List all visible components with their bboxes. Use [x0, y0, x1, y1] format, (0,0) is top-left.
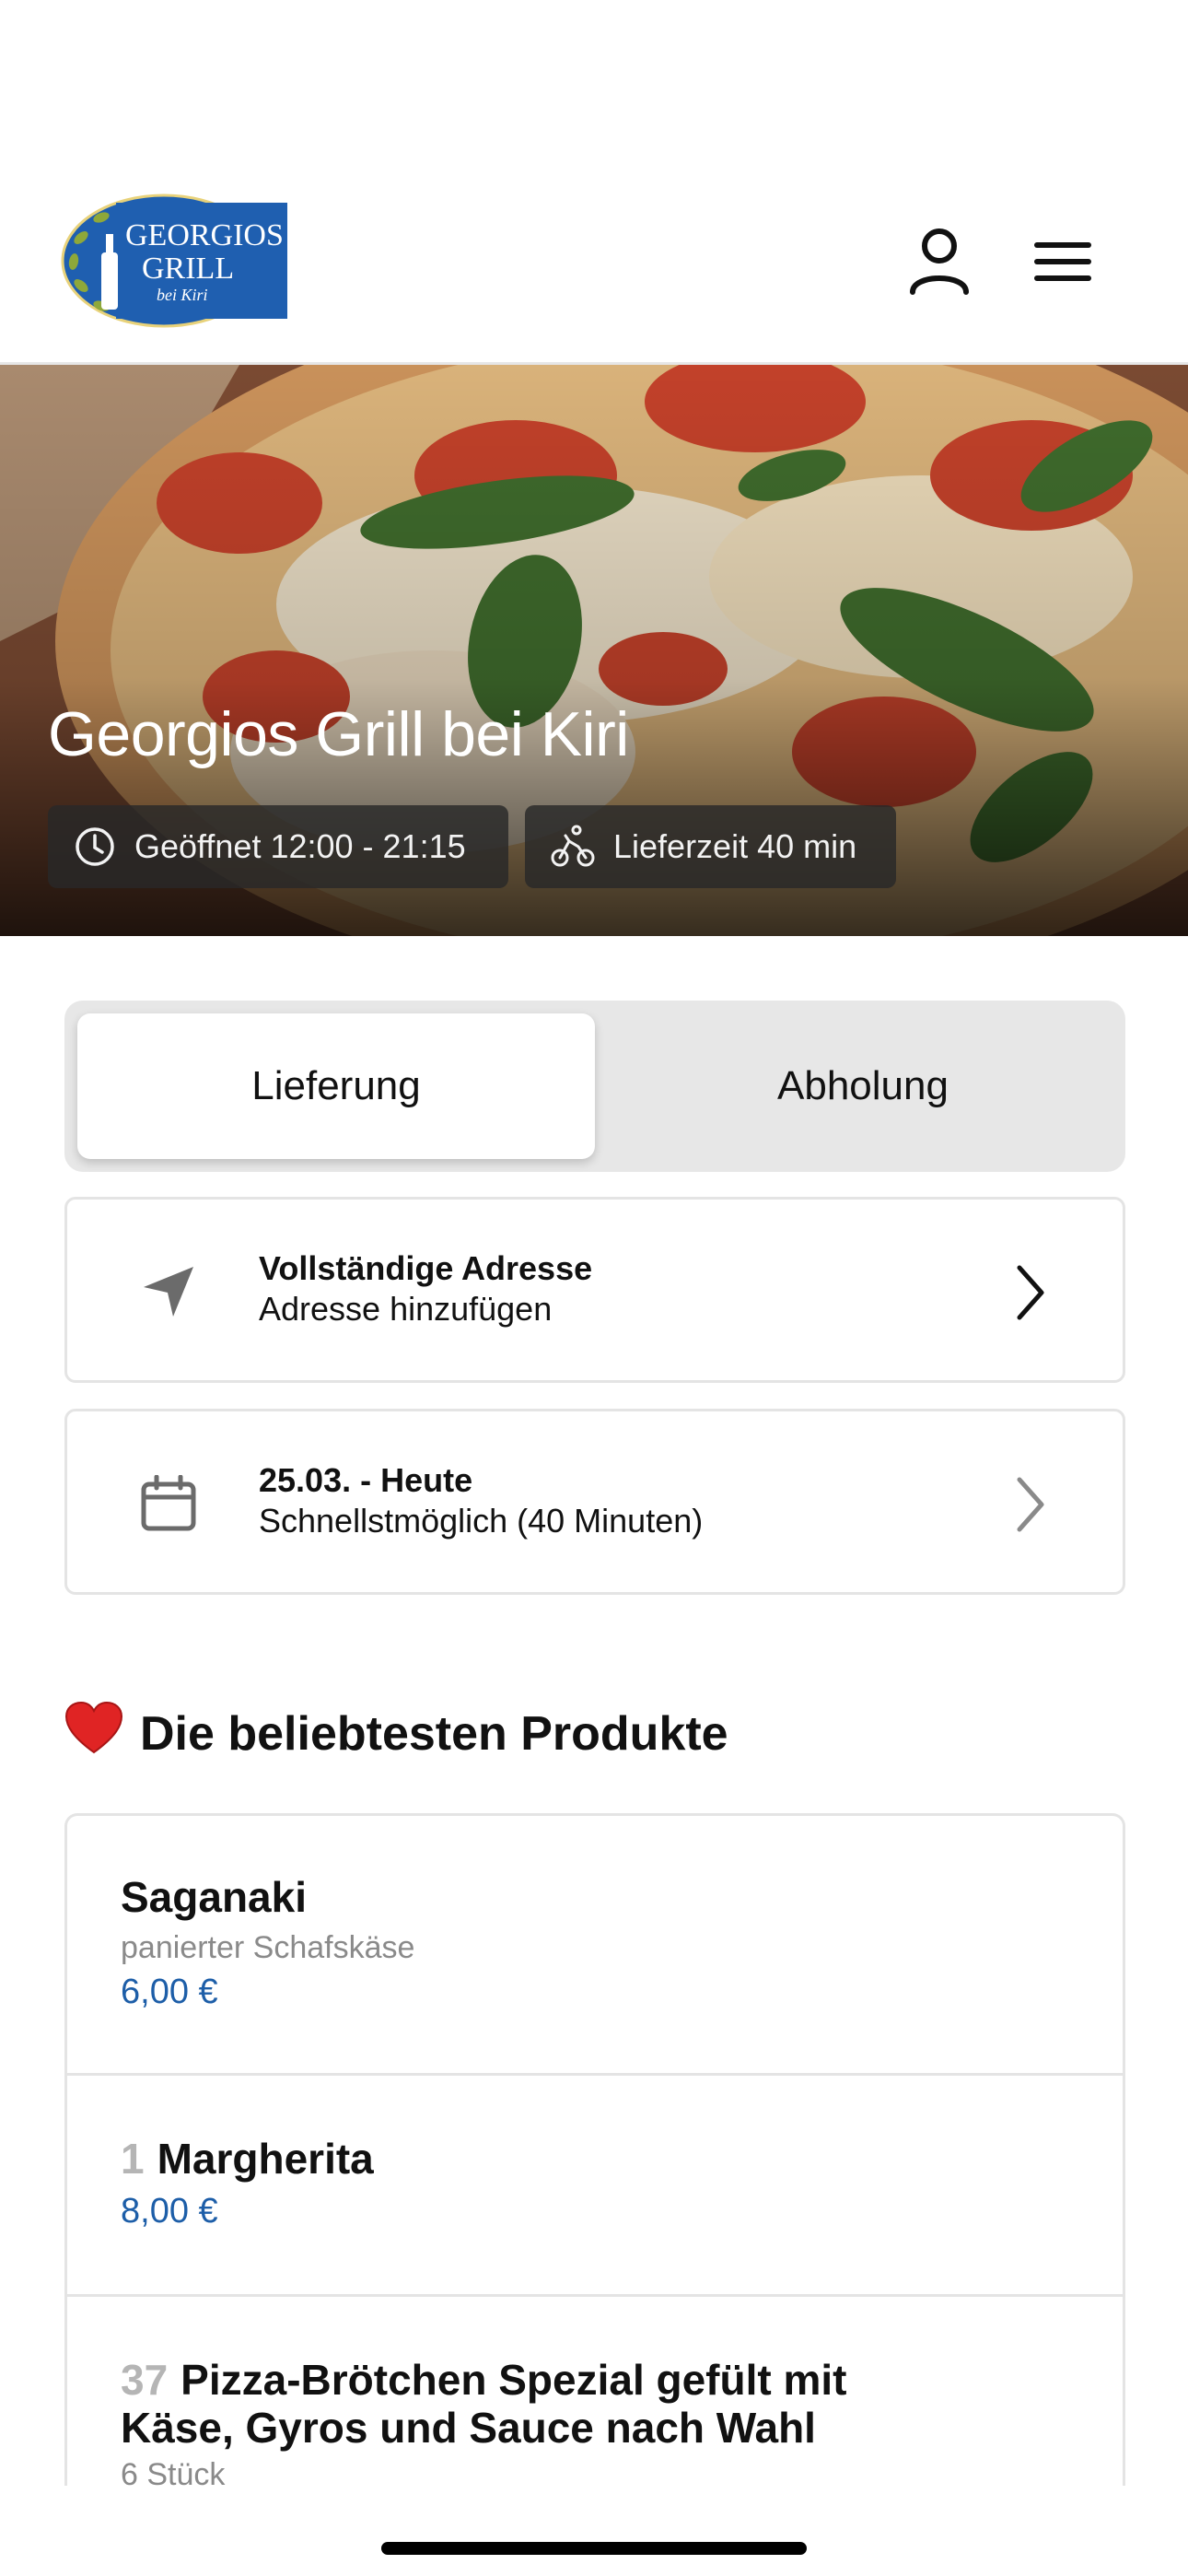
- top-header: GEORGIOS GRILL bei Kiri: [0, 0, 1188, 365]
- user-icon: [910, 228, 969, 295]
- order-mode-toggle: Lieferung Abholung: [64, 1001, 1125, 1172]
- heart-icon: [64, 1701, 123, 1766]
- clock-icon: [76, 827, 114, 866]
- chevron-right-icon: [1017, 1477, 1044, 1532]
- product-number: 1: [121, 2135, 145, 2183]
- delivery-time-text: Lieferzeit 40 min: [613, 827, 857, 865]
- address-card[interactable]: Vollständige Adresse Adresse hinzufügen: [64, 1197, 1125, 1383]
- popular-products-heading: Die beliebtesten Produkte: [64, 1701, 728, 1766]
- address-subtitle: Adresse hinzufügen: [259, 1290, 553, 1328]
- logo-text-3: bei Kiri: [157, 286, 208, 304]
- location-arrow-icon: [134, 1257, 204, 1327]
- menu-button[interactable]: [1020, 219, 1105, 304]
- delivery-time-badge: Lieferzeit 40 min: [525, 805, 896, 888]
- date-title: 25.03. - Heute: [259, 1461, 473, 1499]
- account-button[interactable]: [897, 219, 982, 304]
- opening-hours-text: Geöffnet 12:00 - 21:15: [134, 827, 466, 865]
- hamburger-menu-icon: [1034, 242, 1091, 281]
- restaurant-name: Georgios Grill bei Kiri: [48, 699, 629, 769]
- list-item[interactable]: Saganaki panierter Schafskäse 6,00 €: [67, 1816, 1123, 2076]
- logo-text-2: GRILL: [142, 252, 234, 286]
- tab-lieferung[interactable]: Lieferung: [77, 1013, 595, 1159]
- logo-text-1: GEORGIOS: [125, 218, 284, 252]
- product-description: panierter Schafskäse: [121, 1930, 415, 1965]
- calendar-icon: [134, 1469, 204, 1539]
- popular-products-title: Die beliebtesten Produkte: [140, 1706, 728, 1761]
- product-list: Saganaki panierter Schafskäse 6,00 € 1 Ma…: [64, 1813, 1125, 2486]
- bicycle-courier-icon: [551, 825, 595, 867]
- product-title: 1 Margherita: [121, 2135, 374, 2183]
- product-name: Pizza-Brötchen Spezial gefült mit Käse, …: [121, 2356, 847, 2452]
- chevron-right-icon: [1017, 1265, 1044, 1320]
- address-title: Vollständige Adresse: [259, 1249, 593, 1287]
- list-item[interactable]: 1 Margherita 8,00 €: [67, 2076, 1123, 2297]
- product-name: Saganaki: [121, 1873, 307, 1921]
- delivery-time-card[interactable]: 25.03. - Heute Schnellstmöglich (40 Minu…: [64, 1409, 1125, 1595]
- product-price: 6,00 €: [121, 1973, 218, 2011]
- date-subtitle: Schnellstmöglich (40 Minuten): [259, 1502, 704, 1540]
- home-indicator: [381, 2542, 807, 2555]
- tab-abholung[interactable]: Abholung: [613, 1013, 1112, 1159]
- opening-hours-badge: Geöffnet 12:00 - 21:15: [48, 805, 508, 888]
- product-price: 8,00 €: [121, 2192, 218, 2231]
- product-number: 37: [121, 2356, 169, 2404]
- product-name: Margherita: [157, 2135, 374, 2183]
- product-title: 37 Pizza-Brötchen Spezial gefült mit Käse…: [121, 2356, 931, 2452]
- restaurant-logo[interactable]: GEORGIOS GRILL bei Kiri: [61, 193, 287, 328]
- product-description: 6 Stück: [121, 2457, 226, 2486]
- list-item[interactable]: 37 Pizza-Brötchen Spezial gefült mit Käse…: [67, 2297, 1123, 2486]
